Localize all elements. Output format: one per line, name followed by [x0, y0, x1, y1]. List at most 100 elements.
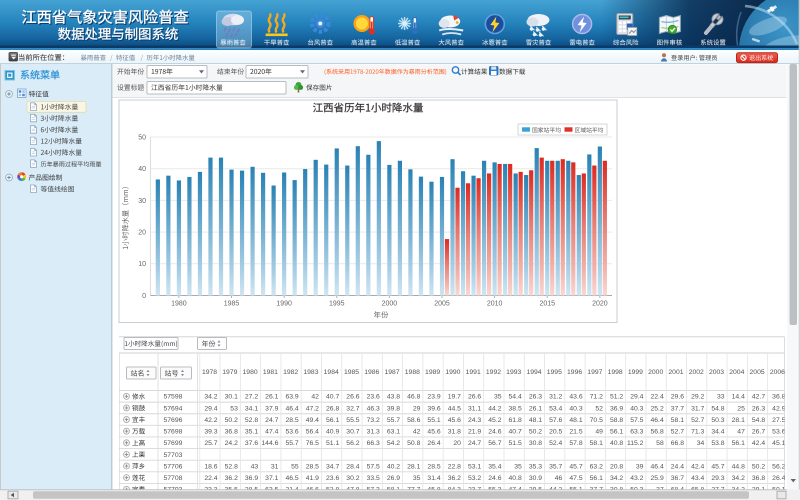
svg-text:1985: 1985 [224, 301, 240, 308]
svg-text:55: 55 [291, 463, 299, 470]
svg-text:26.3: 26.3 [752, 405, 765, 412]
svg-text:57706: 57706 [164, 463, 183, 470]
svg-text:35: 35 [413, 475, 421, 482]
svg-text:52.8: 52.8 [225, 463, 238, 470]
svg-text:63.1: 63.1 [387, 429, 400, 436]
svg-text:66.3: 66.3 [367, 440, 380, 447]
svg-text:42: 42 [413, 429, 421, 436]
svg-text:24.6: 24.6 [488, 429, 501, 436]
svg-text:58.6: 58.6 [407, 417, 420, 424]
svg-text:29: 29 [413, 405, 421, 412]
svg-text:47.4: 47.4 [265, 429, 278, 436]
svg-text:1988: 1988 [405, 369, 420, 376]
svg-text:1990: 1990 [276, 301, 292, 308]
svg-text:51.5: 51.5 [509, 440, 522, 447]
svg-text:34.2: 34.2 [204, 394, 217, 401]
svg-text:30.7: 30.7 [346, 429, 359, 436]
svg-text:1989: 1989 [425, 369, 440, 376]
svg-text:53.4: 53.4 [549, 405, 562, 412]
svg-text:41.9: 41.9 [306, 475, 319, 482]
svg-text:40: 40 [138, 166, 146, 173]
svg-text:31.4: 31.4 [427, 475, 440, 482]
svg-text:2005: 2005 [750, 369, 765, 376]
svg-text:20.8: 20.8 [610, 463, 623, 470]
svg-text:57598: 57598 [164, 394, 183, 401]
svg-text:31.2: 31.2 [549, 394, 562, 401]
svg-text:46.4: 46.4 [651, 417, 664, 424]
svg-text:26.6: 26.6 [346, 394, 359, 401]
svg-text:58.8: 58.8 [610, 417, 623, 424]
svg-text:2004: 2004 [729, 369, 744, 376]
svg-text:25.2: 25.2 [651, 405, 664, 412]
svg-text:2001: 2001 [668, 369, 683, 376]
svg-text:24.7: 24.7 [468, 440, 481, 447]
svg-text:42.9: 42.9 [772, 405, 785, 412]
svg-text:0: 0 [142, 293, 146, 300]
svg-text:1987: 1987 [384, 369, 399, 376]
svg-text:14.4: 14.4 [732, 394, 745, 401]
svg-text:34.7: 34.7 [326, 463, 339, 470]
svg-text:47.2: 47.2 [306, 405, 319, 412]
svg-text:29.2: 29.2 [691, 394, 704, 401]
svg-text:58.1: 58.1 [590, 440, 603, 447]
svg-text:29.3: 29.3 [711, 475, 724, 482]
svg-text:1984: 1984 [324, 369, 339, 376]
svg-text:36.8: 36.8 [752, 475, 765, 482]
svg-text:55.7: 55.7 [285, 440, 298, 447]
svg-text:46.4: 46.4 [651, 463, 664, 470]
svg-text:40.3: 40.3 [630, 405, 643, 412]
svg-text:52.8: 52.8 [245, 417, 258, 424]
svg-text:46.5: 46.5 [285, 475, 298, 482]
svg-text:2000: 2000 [382, 301, 398, 308]
svg-text:50.8: 50.8 [407, 440, 420, 447]
svg-text:50.3: 50.3 [711, 417, 724, 424]
svg-text:18.6: 18.6 [204, 463, 217, 470]
svg-text:2002: 2002 [689, 369, 704, 376]
svg-text:25.9: 25.9 [651, 475, 664, 482]
svg-text:27.2: 27.2 [245, 394, 258, 401]
svg-text:51.1: 51.1 [326, 440, 339, 447]
svg-text:21.5: 21.5 [569, 429, 582, 436]
svg-text:50.2: 50.2 [752, 463, 765, 470]
svg-text:36.9: 36.9 [610, 405, 623, 412]
svg-text:54.2: 54.2 [387, 440, 400, 447]
svg-text:49: 49 [595, 429, 603, 436]
svg-text:47: 47 [737, 429, 745, 436]
svg-text:55.1: 55.1 [427, 417, 440, 424]
svg-text:2000: 2000 [648, 369, 663, 376]
svg-text:23.6: 23.6 [326, 475, 339, 482]
svg-text:30: 30 [138, 198, 146, 205]
svg-text:57.5: 57.5 [630, 417, 643, 424]
svg-text:31.7: 31.7 [691, 405, 704, 412]
svg-text:71.3: 71.3 [691, 429, 704, 436]
svg-text:144.6: 144.6 [261, 440, 278, 447]
svg-text:56.1: 56.1 [610, 429, 623, 436]
svg-text:44.2: 44.2 [488, 405, 501, 412]
svg-text:32.7: 32.7 [346, 405, 359, 412]
svg-text:54.4: 54.4 [509, 394, 522, 401]
svg-text:53.6: 53.6 [285, 429, 298, 436]
svg-text:45.7: 45.7 [569, 463, 582, 470]
svg-text:1990: 1990 [445, 369, 460, 376]
svg-text:57699: 57699 [164, 440, 183, 447]
svg-text:43.2: 43.2 [630, 475, 643, 482]
svg-text:42.4: 42.4 [752, 440, 765, 447]
svg-text:61.8: 61.8 [509, 417, 522, 424]
svg-text:53: 53 [230, 405, 238, 412]
svg-text:42.7: 42.7 [752, 394, 765, 401]
svg-text:22.4: 22.4 [204, 475, 217, 482]
svg-text:43.4: 43.4 [691, 475, 704, 482]
svg-text:36.2: 36.2 [448, 475, 461, 482]
svg-text:39: 39 [636, 463, 644, 470]
svg-text:49.4: 49.4 [306, 417, 319, 424]
svg-text:47.5: 47.5 [569, 475, 582, 482]
svg-text:38.5: 38.5 [509, 405, 522, 412]
svg-text:58: 58 [656, 440, 664, 447]
svg-text:28.5: 28.5 [427, 463, 440, 470]
svg-text:29.4: 29.4 [630, 394, 643, 401]
svg-text:28.5: 28.5 [306, 463, 319, 470]
svg-text:57694: 57694 [164, 405, 183, 412]
svg-text:45.6: 45.6 [448, 417, 461, 424]
svg-text:26.7: 26.7 [752, 429, 765, 436]
svg-text:52.4: 52.4 [549, 440, 562, 447]
